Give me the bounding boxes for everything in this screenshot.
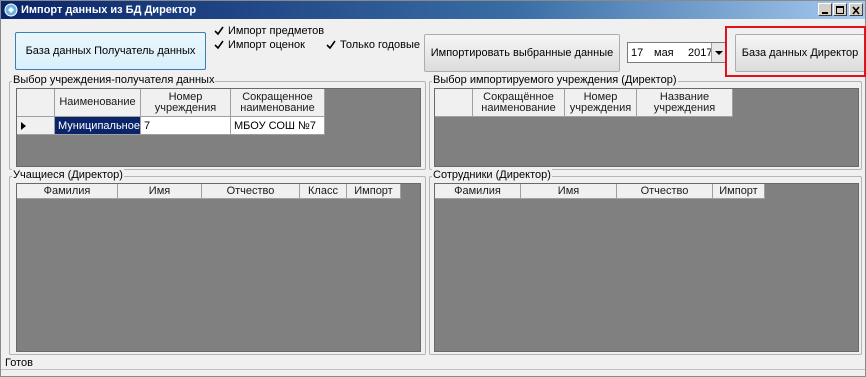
checkmark-icon <box>214 26 224 36</box>
import-selected-button[interactable]: Импортировать выбранные данные <box>424 34 620 72</box>
import-grades-label: Импорт оценок <box>228 39 305 51</box>
staff-group: Сотрудники (Директор) Фамилия Имя Отчест… <box>429 169 862 355</box>
maximize-button[interactable] <box>833 3 847 16</box>
date-month: мая <box>654 46 674 59</box>
column-header[interactable]: Отчество <box>617 184 713 199</box>
import-org-header: Сокращённое наименование Номер учреждени… <box>435 89 733 117</box>
window-title: Импорт данных из БД Директор <box>21 4 197 16</box>
close-button[interactable] <box>849 3 863 16</box>
column-header[interactable]: Фамилия <box>17 184 118 199</box>
students-grid: Фамилия Имя Отчество Класс Импорт <box>16 183 421 352</box>
checkmark-icon <box>214 40 224 50</box>
column-header[interactable]: Наименование <box>55 89 141 117</box>
recipient-db-button[interactable]: База данных Получатель данных <box>15 32 206 70</box>
import-org-group: Выбор импортируемого учреждения (Директо… <box>429 74 862 170</box>
column-header[interactable]: Номер учреждения <box>141 89 231 117</box>
org-number-cell[interactable]: 7 <box>141 117 231 135</box>
recipient-org-grid: Наименование Номер учреждения Сокращенно… <box>16 88 421 167</box>
column-header[interactable]: Класс <box>300 184 347 199</box>
column-header[interactable]: Название учреждения <box>637 89 733 117</box>
recipient-org-header: Наименование Номер учреждения Сокращенно… <box>17 89 325 117</box>
students-group: Учащиеся (Директор) Фамилия Имя Отчество… <box>9 169 426 355</box>
students-header: Фамилия Имя Отчество Класс Импорт <box>17 184 401 199</box>
highlight-frame <box>725 26 866 77</box>
import-org-legend: Выбор импортируемого учреждения (Директо… <box>432 74 678 86</box>
checkmark-icon <box>326 40 336 50</box>
column-header[interactable]: Фамилия <box>435 184 521 199</box>
only-yearly-label: Только годовые <box>340 39 421 51</box>
date-year: 2017 <box>688 46 713 59</box>
column-header[interactable]: Номер учреждения <box>565 89 637 117</box>
import-subjects-checkbox[interactable]: Импорт предметов <box>213 25 324 37</box>
row-selector[interactable] <box>17 117 55 135</box>
minimize-icon <box>822 12 828 14</box>
status-text: Готов <box>5 357 33 369</box>
column-header[interactable]: Импорт <box>713 184 765 199</box>
app-icon <box>4 3 18 17</box>
table-row[interactable]: Муниципальное ... 7 МБОУ СОШ №7 <box>17 117 325 135</box>
chevron-down-icon <box>715 51 723 55</box>
column-header[interactable]: Имя <box>118 184 202 199</box>
students-legend: Учащиеся (Директор) <box>12 169 124 181</box>
column-header[interactable]: Импорт <box>347 184 401 199</box>
only-yearly-checkbox[interactable]: Только годовые <box>325 39 420 51</box>
import-subjects-label: Импорт предметов <box>228 25 325 37</box>
column-header[interactable]: Отчество <box>202 184 300 199</box>
column-header[interactable]: Имя <box>521 184 617 199</box>
recipient-org-legend: Выбор учреждения-получателя данных <box>12 74 216 86</box>
date-picker[interactable]: 17 мая 2017 <box>627 42 727 63</box>
close-icon <box>852 6 860 15</box>
maximize-icon <box>836 6 844 14</box>
org-short-name-cell[interactable]: МБОУ СОШ №7 <box>231 117 325 135</box>
status-bar-divider <box>1 369 865 370</box>
title-bar: Импорт данных из БД Директор <box>1 1 865 19</box>
row-header-corner <box>435 89 473 117</box>
import-grades-checkbox[interactable]: Импорт оценок <box>213 39 305 51</box>
column-header[interactable]: Сокращенное наименование <box>231 89 325 117</box>
import-window: Импорт данных из БД Директор База данных… <box>0 0 866 377</box>
staff-legend: Сотрудники (Директор) <box>432 169 552 181</box>
staff-header: Фамилия Имя Отчество Импорт <box>435 184 765 199</box>
recipient-org-group: Выбор учреждения-получателя данных Наиме… <box>9 74 426 170</box>
date-dropdown-button[interactable] <box>711 43 726 62</box>
row-pointer-icon <box>21 121 26 130</box>
staff-grid: Фамилия Имя Отчество Импорт <box>434 183 859 352</box>
row-header-corner <box>17 89 55 117</box>
minimize-button[interactable] <box>818 3 832 16</box>
import-org-grid: Сокращённое наименование Номер учреждени… <box>434 88 859 167</box>
org-name-cell[interactable]: Муниципальное ... <box>55 117 141 135</box>
date-day: 17 <box>631 46 644 59</box>
column-header[interactable]: Сокращённое наименование <box>473 89 565 117</box>
